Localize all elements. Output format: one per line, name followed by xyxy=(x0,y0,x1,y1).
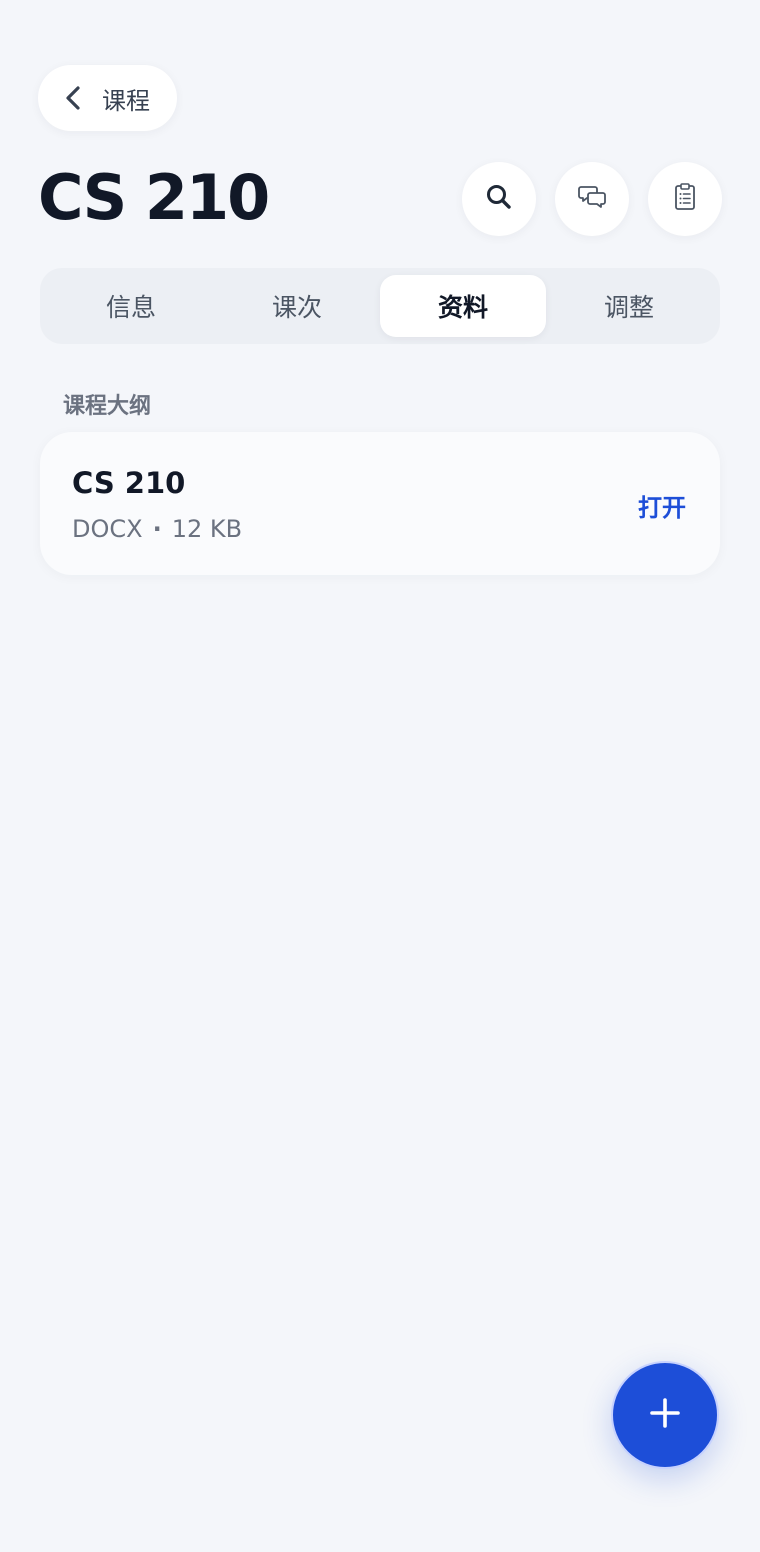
back-button[interactable]: 课程 xyxy=(38,65,177,131)
back-button-label: 课程 xyxy=(102,86,150,115)
meta-separator: · xyxy=(152,515,162,543)
file-size: 12 KB xyxy=(171,515,243,543)
search-button[interactable] xyxy=(462,162,536,236)
clipboard-list-icon xyxy=(673,182,697,216)
open-file-button[interactable]: 打开 xyxy=(638,488,686,523)
file-type: DOCX xyxy=(72,515,143,543)
chevron-left-icon xyxy=(62,84,84,112)
tab-sessions[interactable]: 课次 xyxy=(214,275,380,337)
add-button[interactable] xyxy=(611,1361,719,1469)
page-title: CS 210 xyxy=(38,161,270,234)
file-card[interactable]: CS 210 DOCX · 12 KB 打开 xyxy=(40,432,720,575)
tab-info[interactable]: 信息 xyxy=(48,275,214,337)
file-name: CS 210 xyxy=(72,466,186,500)
tab-bar: 信息 课次 资料 调整 xyxy=(40,268,720,344)
tab-materials[interactable]: 资料 xyxy=(380,275,546,337)
plus-icon xyxy=(648,1396,682,1434)
chat-bubbles-icon xyxy=(577,183,607,215)
tab-adjustments[interactable]: 调整 xyxy=(546,275,712,337)
file-meta: DOCX · 12 KB xyxy=(72,515,242,543)
clipboard-button[interactable] xyxy=(648,162,722,236)
chat-button[interactable] xyxy=(555,162,629,236)
section-label: 课程大纲 xyxy=(63,394,152,419)
search-icon xyxy=(484,182,514,216)
